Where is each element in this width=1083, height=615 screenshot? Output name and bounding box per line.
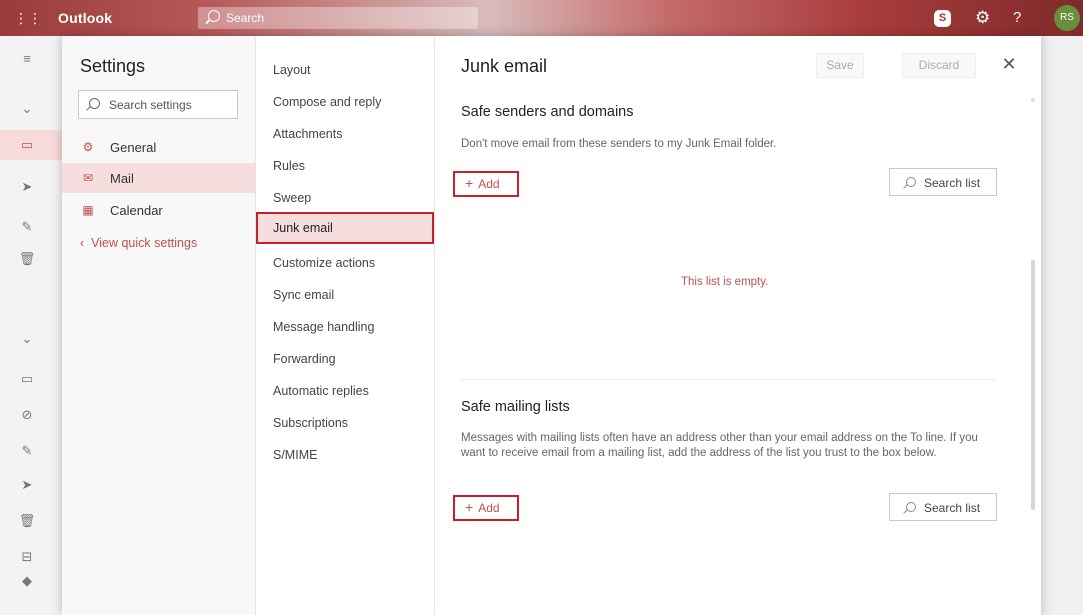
pencil-icon[interactable]: ✎ [18, 442, 36, 460]
nav-item-compose-and-reply[interactable]: Compose and reply [273, 95, 381, 109]
empty-list-message: This list is empty. [681, 276, 769, 288]
search-icon [89, 98, 100, 109]
archive-icon[interactable]: ⊟ [18, 548, 36, 566]
add-safe-mailing-list-button[interactable]: + Add [453, 495, 519, 521]
category-mail[interactable]: ✉ Mail [62, 163, 256, 193]
inbox-icon[interactable]: ▭ [18, 370, 36, 388]
trash-icon[interactable]: 🗑 [18, 250, 36, 268]
avatar[interactable]: RS [1054, 5, 1080, 31]
add-label: Add [478, 177, 500, 191]
nav-item-customize-actions[interactable]: Customize actions [273, 256, 375, 270]
plus-icon: + [465, 175, 474, 191]
safe-senders-description: Don't move email from these senders to m… [461, 138, 777, 150]
settings-dialog: Settings Search settings ⚙ General ✉ Mai… [62, 36, 1041, 615]
nav-item-message-handling[interactable]: Message handling [273, 320, 374, 334]
send-icon[interactable]: ➤ [18, 178, 36, 196]
close-icon[interactable]: ✕ [999, 53, 1019, 75]
category-label: General [110, 140, 157, 155]
chevron-down-icon[interactable]: ⌄ [18, 100, 36, 118]
nav-item-layout[interactable]: Layout [273, 63, 311, 77]
settings-title: Settings [80, 56, 146, 76]
nav-item-subscriptions[interactable]: Subscriptions [273, 416, 348, 430]
section-divider [461, 379, 997, 380]
save-button[interactable]: Save [816, 53, 864, 78]
top-app-bar: ⋮⋮ Outlook Search S ⚙ ? RS [0, 0, 1083, 36]
search-safe-senders-button[interactable]: Search list [889, 168, 997, 196]
safe-mailing-lists-title: Safe mailing lists [461, 399, 570, 415]
nav-item-smime[interactable]: S/MIME [273, 448, 317, 462]
left-rail: ≡ ⌄ ▭ ➤ ✎ 🗑 ⌄ ▭ ⊘ ✎ ➤ 🗑 ⊟ ◆ [0, 36, 62, 615]
nav-item-label: Junk email [273, 221, 333, 235]
nav-item-attachments[interactable]: Attachments [273, 127, 342, 141]
nav-item-forwarding[interactable]: Forwarding [273, 352, 336, 366]
discard-button[interactable]: Discard [902, 53, 976, 78]
mail-settings-nav: Layout Compose and reply Attachments Rul… [256, 36, 435, 615]
trash-icon[interactable]: 🗑 [18, 512, 36, 530]
block-icon[interactable]: ⊘ [18, 406, 36, 424]
gear-icon[interactable]: ⚙ [975, 8, 990, 28]
envelope-icon: ✉ [82, 171, 94, 185]
view-quick-settings-link[interactable]: ‹ View quick settings [80, 236, 197, 250]
junk-email-pane: Junk email Save Discard ✕ Safe senders a… [435, 36, 1041, 615]
skype-icon[interactable]: S [934, 10, 951, 27]
nav-item-automatic-replies[interactable]: Automatic replies [273, 384, 369, 398]
app-launcher-icon[interactable]: ⋮⋮ [14, 10, 42, 26]
calendar-icon: ▦ [82, 203, 94, 217]
location-icon[interactable]: ◆ [18, 572, 36, 590]
top-search-placeholder: Search [226, 11, 265, 25]
nav-item-junk-email[interactable]: Junk email [256, 212, 434, 244]
search-icon [906, 502, 916, 512]
quick-settings-label: View quick settings [91, 236, 198, 250]
scrollbar-arrow[interactable] [1031, 98, 1035, 102]
app-brand[interactable]: Outlook [58, 10, 112, 26]
send-icon[interactable]: ➤ [18, 476, 36, 494]
settings-search-placeholder: Search settings [109, 98, 192, 112]
search-list-label: Search list [924, 176, 981, 190]
gear-icon: ⚙ [82, 140, 94, 154]
scrollbar-thumb[interactable] [1031, 260, 1035, 510]
nav-item-sweep[interactable]: Sweep [273, 191, 311, 205]
help-icon[interactable]: ? [1013, 8, 1021, 28]
plus-icon: + [465, 499, 474, 515]
search-list-label: Search list [924, 501, 981, 515]
add-safe-sender-button[interactable]: + Add [453, 171, 519, 197]
nav-item-sync-email[interactable]: Sync email [273, 288, 334, 302]
menu-icon[interactable]: ≡ [18, 50, 36, 68]
background-panel [1041, 36, 1083, 615]
category-label: Mail [110, 171, 134, 186]
safe-senders-title: Safe senders and domains [461, 104, 634, 120]
nav-item-rules[interactable]: Rules [273, 159, 305, 173]
pencil-icon[interactable]: ✎ [18, 218, 36, 236]
top-search-box[interactable]: Search [198, 7, 478, 29]
chevron-left-icon: ‹ [80, 236, 85, 250]
settings-categories: Settings Search settings ⚙ General ✉ Mai… [62, 36, 256, 615]
pane-title: Junk email [461, 56, 548, 76]
category-label: Calendar [110, 203, 163, 218]
add-label: Add [478, 501, 500, 515]
settings-search-input[interactable]: Search settings [78, 90, 238, 119]
search-icon [906, 177, 916, 187]
category-calendar[interactable]: ▦ Calendar [62, 195, 256, 225]
search-mailing-lists-button[interactable]: Search list [889, 493, 997, 521]
chevron-down-icon[interactable]: ⌄ [18, 330, 36, 348]
category-general[interactable]: ⚙ General [62, 132, 256, 162]
safe-mailing-lists-description: Messages with mailing lists often have a… [461, 432, 978, 459]
search-icon [208, 10, 220, 22]
inbox-icon[interactable]: ▭ [18, 136, 36, 154]
